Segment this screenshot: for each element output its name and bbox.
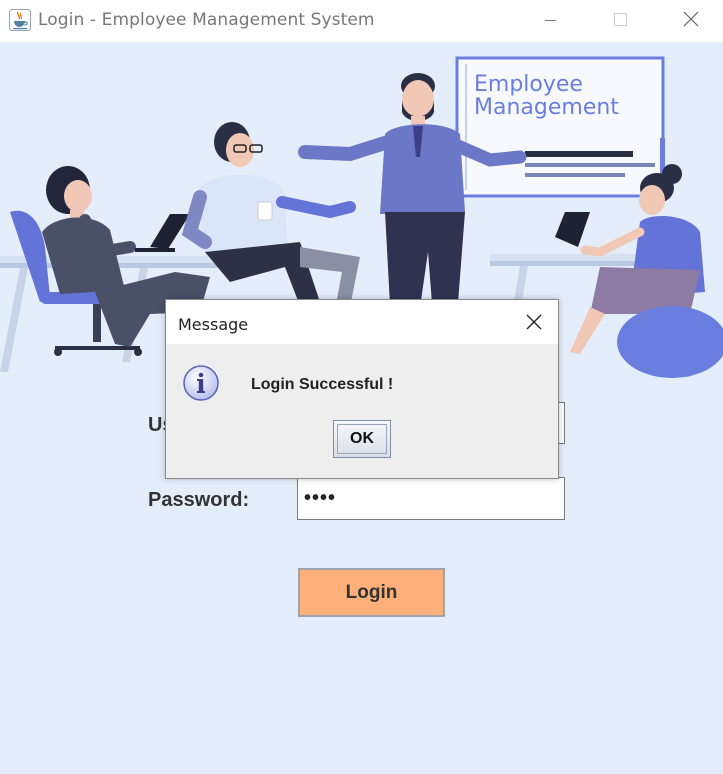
close-button[interactable] [667, 0, 713, 42]
dialog-close-button[interactable] [518, 308, 550, 336]
java-cup-icon [9, 9, 31, 31]
whiteboard: Employee Management [455, 56, 665, 200]
maximize-icon [614, 13, 627, 26]
minimize-icon [545, 20, 556, 21]
ok-button[interactable]: OK [333, 420, 391, 458]
login-button[interactable]: Login [298, 568, 445, 617]
dialog-titlebar: Message [166, 300, 558, 344]
message-dialog: Message Login Successful ! OK [165, 299, 559, 479]
board-title-line1: Employee [474, 72, 583, 97]
minimize-button[interactable] [527, 0, 573, 42]
dialog-title: Message [178, 315, 249, 334]
password-field[interactable]: •••• [297, 477, 565, 520]
information-icon [183, 365, 219, 401]
close-icon [526, 314, 542, 330]
dialog-message: Login Successful ! [251, 376, 394, 393]
maximize-button[interactable] [597, 0, 643, 42]
window-titlebar: Login - Employee Management System [0, 0, 723, 42]
window-title: Login - Employee Management System [38, 10, 375, 30]
board-title-line2: Management [474, 95, 619, 120]
close-icon [683, 11, 699, 27]
password-label: Password: [148, 489, 250, 511]
